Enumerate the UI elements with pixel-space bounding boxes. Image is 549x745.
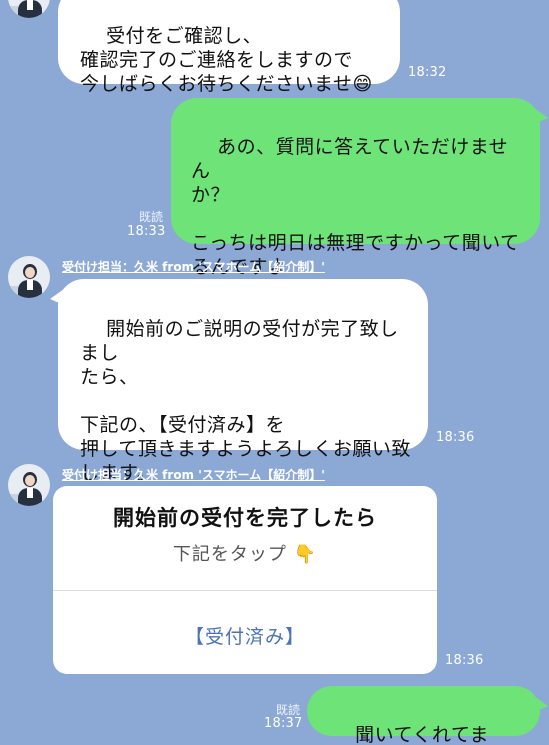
message-bubble-incoming[interactable]: 開始前のご説明の受付が完了致しまし たら、 下記の、【受付済み】を 押して頂きま… <box>50 279 428 484</box>
avatar[interactable] <box>8 256 50 298</box>
card-title: 開始前の受付を完了したら <box>113 506 377 530</box>
grin-emoji-icon: 😄 <box>352 73 373 95</box>
message-card[interactable]: 開始前の受付を完了したら 下記をタップ 👇 【受付済み】 <box>53 486 437 674</box>
card-divider <box>53 590 437 591</box>
message-bubble-incoming[interactable]: 受付をご確認し、 確認完了のご連絡をしますので 今しばらくお待ちくださいませ😄 <box>58 0 400 95</box>
sender-name[interactable]: 受付け担当：久米 from 'スマホーム【紹介制】' <box>62 258 325 275</box>
message-bubble-outgoing[interactable]: あの、質問に答えていただけません か？ こっちは明日は無理ですかって聞いて るん… <box>171 98 548 278</box>
message-text: 受付をご確認し、 確認完了のご連絡をしますので 今しばらくお待ちくださいませ <box>80 25 354 95</box>
card-subtitle-text: 下記をタップ <box>172 544 287 565</box>
message-text: 開始前のご説明の受付が完了致しまし たら、 下記の、【受付済み】を 押して頂きま… <box>80 318 411 484</box>
sender-name[interactable]: 受付け担当：久米 from 'スマホーム【紹介制】' <box>62 466 325 483</box>
message-time: 18:36 <box>436 430 475 445</box>
card-subtitle: 下記をタップ 👇 <box>53 540 437 566</box>
message-text: あの、質問に答えていただけません か？ こっちは明日は無理ですかって聞いて るん… <box>191 136 520 278</box>
avatar[interactable] <box>8 464 50 506</box>
avatar[interactable] <box>8 0 50 18</box>
pointing-down-icon: 👇 <box>293 544 318 565</box>
message-time: 18:33 <box>127 224 166 239</box>
read-receipt: 既読 <box>139 210 164 224</box>
chat-view[interactable]: 受付をご確認し、 確認完了のご連絡をしますので 今しばらくお待ちくださいませ😄 … <box>0 0 549 745</box>
message-time: 18:32 <box>408 65 447 80</box>
message-bubble-outgoing[interactable]: 聞いてくれてます？笑 <box>307 686 548 745</box>
received-button[interactable]: 【受付済み】 <box>53 622 437 649</box>
message-time: 18:36 <box>445 653 484 668</box>
message-time: 18:37 <box>264 716 303 731</box>
message-text: 聞いてくれてます？笑 <box>355 724 490 745</box>
